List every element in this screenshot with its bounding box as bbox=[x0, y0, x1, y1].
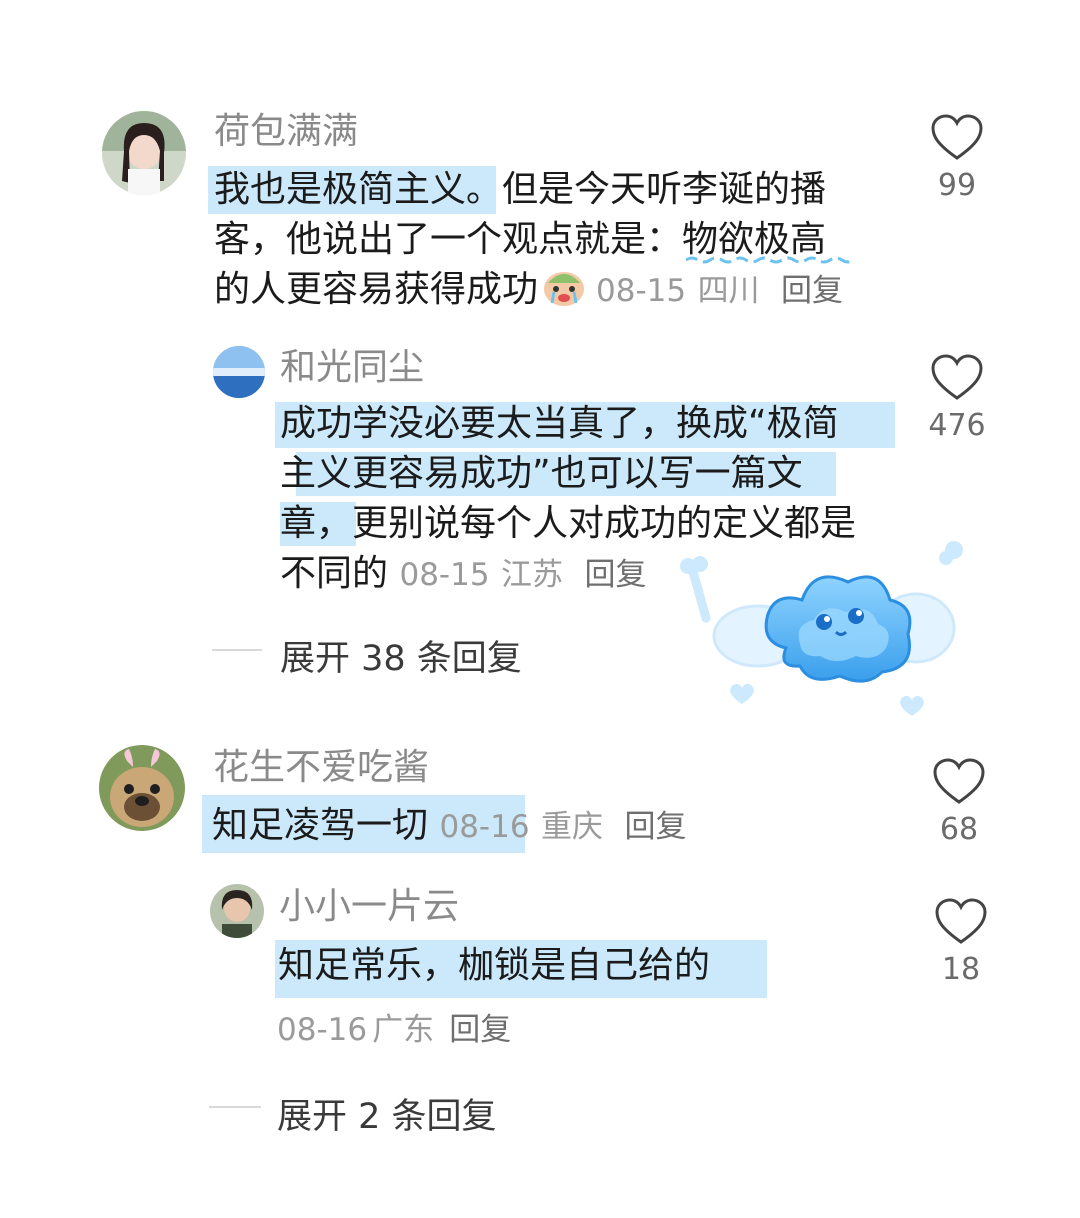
reply-button[interactable]: 回复 bbox=[584, 557, 646, 593]
avatar-image-dog bbox=[99, 745, 185, 831]
comment-text-line: 的人更容易获得成功 bbox=[214, 269, 539, 310]
avatar-image-lake bbox=[213, 346, 265, 398]
comment-date: 08-15 bbox=[596, 273, 687, 309]
heart-icon bbox=[931, 114, 983, 160]
comment-text-line: 物欲极高 bbox=[682, 219, 827, 260]
comment-text: 知足凌驾一切 08-16 重庆 回复 bbox=[212, 800, 872, 852]
like-button[interactable]: 18 bbox=[916, 898, 1006, 987]
username[interactable]: 荷包满满 bbox=[214, 114, 358, 150]
keyword-underline bbox=[686, 256, 855, 264]
heart-icon bbox=[931, 354, 983, 400]
reply-button[interactable]: 回复 bbox=[624, 809, 686, 845]
divider bbox=[209, 1106, 261, 1108]
heart-icon bbox=[935, 898, 987, 944]
expand-replies-button[interactable]: 展开 38 条回复 bbox=[280, 630, 522, 681]
blue-cloud-angel-sticker bbox=[676, 538, 976, 728]
crying-face-emoji bbox=[542, 267, 586, 307]
avatar[interactable] bbox=[99, 745, 185, 831]
like-count: 18 bbox=[941, 952, 981, 987]
comment-text-line: 但是今天听李诞的播 bbox=[502, 169, 827, 210]
avatar-image-girl bbox=[102, 111, 186, 195]
like-button[interactable]: 99 bbox=[912, 114, 1002, 203]
avatar[interactable] bbox=[210, 884, 264, 938]
comment-highlight-text: 我也是极简主义。 bbox=[214, 169, 503, 210]
divider bbox=[212, 649, 262, 651]
comment-text: 知足常乐，枷锁是自己给的 bbox=[278, 940, 878, 992]
avatar[interactable] bbox=[102, 111, 186, 195]
username[interactable]: 花生不爱吃酱 bbox=[213, 750, 429, 786]
comment-text-line: 知足凌驾一切 bbox=[212, 805, 429, 846]
avatar[interactable] bbox=[213, 346, 265, 398]
reply-button[interactable]: 回复 bbox=[781, 273, 843, 309]
comment-text-line: 成功学没必要太当真了，换成“极简 bbox=[280, 403, 839, 444]
like-button[interactable]: 476 bbox=[912, 354, 1002, 443]
comment-date: 08-16 bbox=[439, 809, 530, 845]
like-button[interactable]: 68 bbox=[914, 758, 1004, 847]
comment-location: 江苏 bbox=[501, 557, 564, 593]
comment-date: 08-16 bbox=[277, 1012, 368, 1048]
username[interactable]: 和光同尘 bbox=[280, 350, 424, 386]
comment-location: 四川 bbox=[697, 273, 760, 309]
comment-meta: 08-16 广东 回复 bbox=[277, 1004, 511, 1049]
heart-icon bbox=[933, 758, 985, 804]
comment-text-line: 不同的 bbox=[280, 553, 389, 594]
comment-text-line: 知足常乐，枷锁是自己给的 bbox=[278, 945, 711, 986]
expand-replies-button[interactable]: 展开 2 条回复 bbox=[277, 1088, 497, 1139]
comment-date: 08-15 bbox=[399, 557, 490, 593]
username[interactable]: 小小一片云 bbox=[279, 889, 459, 925]
comment-text-line: 客，他说出了一个观点就是： bbox=[214, 219, 683, 260]
avatar-image-person bbox=[210, 884, 264, 938]
like-count: 476 bbox=[928, 408, 986, 443]
comment-location: 广东 bbox=[372, 1012, 435, 1048]
comment-text-line: 主义更容易成功”也可以写一篇文 bbox=[280, 453, 803, 494]
like-count: 99 bbox=[937, 168, 977, 203]
reply-button[interactable]: 回复 bbox=[449, 1012, 511, 1048]
comment-text: 我也是极简主义。但是今天听李诞的播 客，他说出了一个观点就是：物欲极高 的人更容… bbox=[214, 164, 874, 324]
comment-location: 重庆 bbox=[541, 809, 604, 845]
like-count: 68 bbox=[939, 812, 979, 847]
